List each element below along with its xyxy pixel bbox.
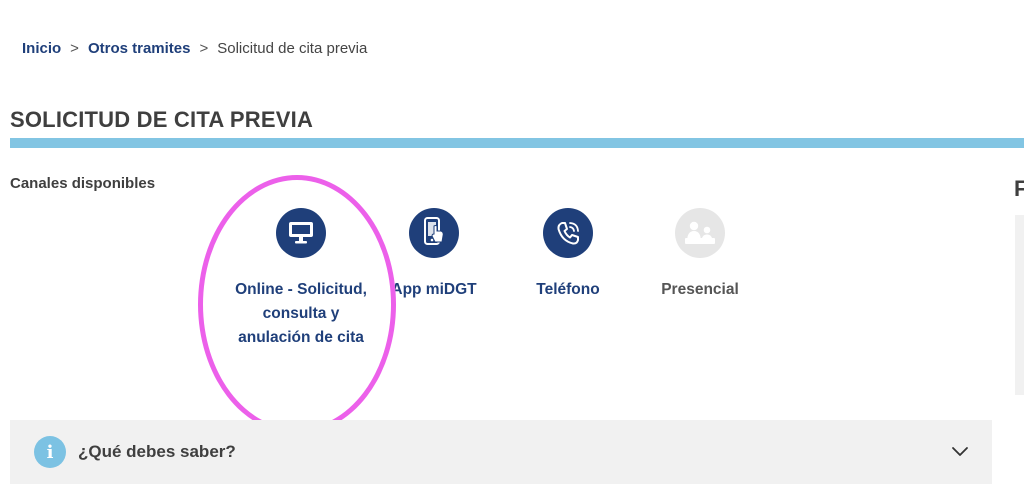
chevron-down-icon[interactable] xyxy=(950,442,970,467)
monitor-icon xyxy=(276,208,326,258)
breadcrumb-link-home[interactable]: Inicio xyxy=(22,40,61,57)
channel-presencial-label: Presencial xyxy=(661,281,739,298)
channels-label: Canales disponibles xyxy=(10,175,156,192)
info-icon: i xyxy=(34,436,66,468)
channel-telefono-label: Teléfono xyxy=(536,281,600,298)
channel-online[interactable]: Online - Solicitud, consulta y anulación… xyxy=(231,208,371,350)
breadcrumb-separator: > xyxy=(199,40,209,57)
channel-app-midgt[interactable]: App miDGT xyxy=(384,208,484,302)
breadcrumb: Inicio > Otros tramites > Solicitud de c… xyxy=(22,40,367,57)
breadcrumb-separator: > xyxy=(70,40,79,57)
channel-online-label: Online - Solicitud, consulta y anulación… xyxy=(235,281,367,346)
channel-telefono[interactable]: Teléfono xyxy=(518,208,618,302)
accordion-title: ¿Qué debes saber? xyxy=(78,442,236,461)
sidebar-panel-partial xyxy=(1015,215,1024,395)
phone-icon xyxy=(543,208,593,258)
breadcrumb-link-otros-tramites[interactable]: Otros tramites xyxy=(88,40,191,57)
sidebar-heading-partial: F xyxy=(1014,176,1024,201)
channel-presencial[interactable]: Presencial xyxy=(650,208,750,302)
title-underline-bar xyxy=(10,138,1024,148)
channel-app-label: App miDGT xyxy=(391,281,477,298)
in-person-icon xyxy=(675,208,725,258)
accordion-que-debes-saber[interactable]: i ¿Qué debes saber? xyxy=(10,420,992,484)
mobile-app-icon xyxy=(409,208,459,258)
page-title: SOLICITUD DE CITA PREVIA xyxy=(10,107,314,132)
breadcrumb-current: Solicitud de cita previa xyxy=(217,40,368,57)
